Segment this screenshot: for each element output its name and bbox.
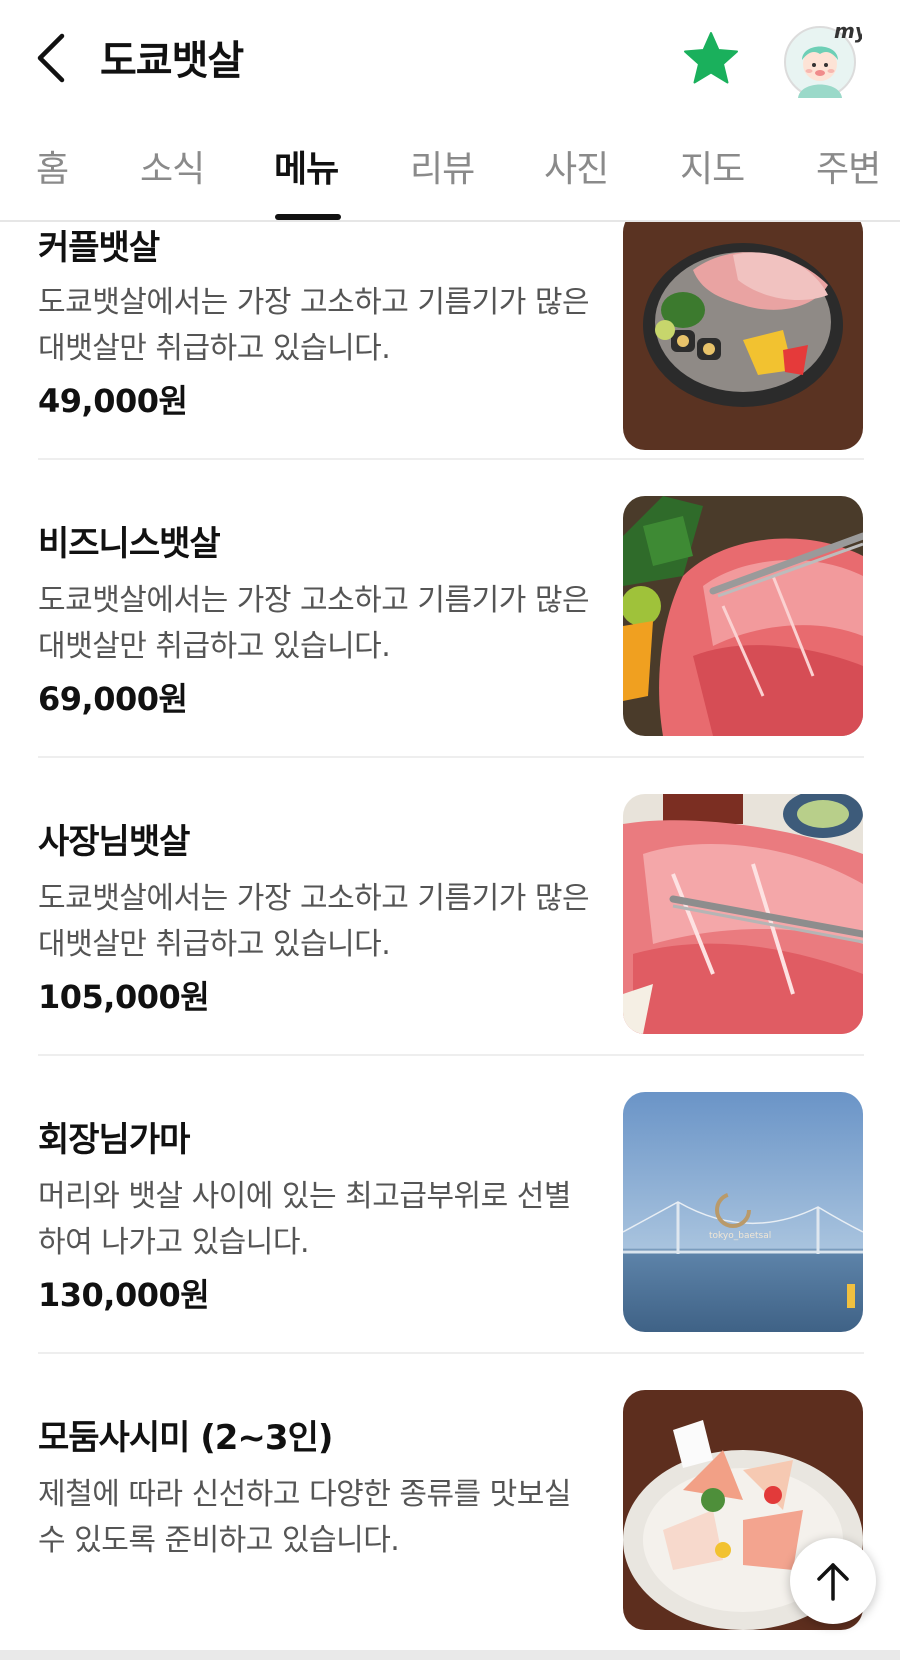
- menu-item-description: 도쿄뱃살에서는 가장 고소하고 기름기가 많은 대뱃살만 취급하고 있습니다.: [38, 285, 590, 366]
- menu-list: 커플뱃살 도쿄뱃살에서는 가장 고소하고 기름기가 많은 대뱃살만 취급하고 있…: [0, 222, 900, 1660]
- tab-reviews[interactable]: 리뷰: [410, 140, 475, 192]
- divider: [38, 1352, 864, 1354]
- menu-item[interactable]: 사장님뱃살 도쿄뱃살에서는 가장 고소하고 기름기가 많은 대뱃살만 취급하고 …: [0, 794, 900, 1110]
- tab-menu[interactable]: 메뉴: [274, 140, 339, 192]
- tab-photos[interactable]: 사진: [544, 140, 609, 192]
- menu-item[interactable]: 모둠사시미 (2~3인) 제철에 따라 신선하고 다양한 종류를 맛보실 수 있…: [0, 1390, 900, 1660]
- tab-bar: 홈 소식 메뉴 리뷰 사진 지도 주변: [0, 112, 900, 222]
- my-avatar-button[interactable]: my: [782, 19, 869, 100]
- menu-item-name: 비즈니스뱃살: [38, 524, 221, 564]
- tab-map[interactable]: 지도: [680, 140, 745, 192]
- chevron-left-icon: [37, 33, 65, 83]
- menu-item-price: 105,000원: [38, 978, 210, 1016]
- divider: [38, 458, 864, 460]
- menu-item-price: 130,000원: [38, 1276, 210, 1314]
- divider: [38, 756, 864, 758]
- star-icon: [684, 32, 738, 84]
- menu-item-price: 49,000원: [38, 382, 188, 420]
- menu-item-description: 제철에 따라 신선하고 다양한 종류를 맛보실 수 있도록 준비하고 있습니다.: [38, 1477, 571, 1558]
- top-app-bar: 도쿄뱃살 my: [0, 0, 900, 112]
- menu-item[interactable]: 비즈니스뱃살 도쿄뱃살에서는 가장 고소하고 기름기가 많은 대뱃살만 취급하고…: [0, 496, 900, 812]
- bottom-edge: [0, 1650, 900, 1660]
- menu-item-photo: tokyo_baetsal: [623, 1092, 863, 1332]
- avatar-badge-text: my: [834, 20, 862, 43]
- avatar: my: [784, 19, 869, 98]
- tab-nearby[interactable]: 주변: [816, 140, 881, 192]
- menu-item-price: 69,000원: [38, 680, 188, 718]
- menu-item-description: 머리와 뱃살 사이에 있는 최고급부위로 선별하여 나가고 있습니다.: [38, 1179, 571, 1260]
- active-tab-indicator: [275, 214, 341, 220]
- arrow-up-icon: [817, 1563, 849, 1601]
- tab-news[interactable]: 소식: [140, 140, 205, 192]
- menu-item-photo: [623, 794, 863, 1034]
- menu-item[interactable]: 커플뱃살 도쿄뱃살에서는 가장 고소하고 기름기가 많은 대뱃살만 취급하고 있…: [0, 222, 900, 534]
- favorite-button[interactable]: [682, 30, 740, 88]
- menu-item-name: 회장님가마: [38, 1120, 190, 1160]
- menu-item-name: 커플뱃살: [38, 228, 160, 268]
- menu-item-description: 도쿄뱃살에서는 가장 고소하고 기름기가 많은 대뱃살만 취급하고 있습니다.: [38, 583, 590, 664]
- menu-item-description: 도쿄뱃살에서는 가장 고소하고 기름기가 많은 대뱃살만 취급하고 있습니다.: [38, 881, 590, 962]
- scroll-to-top-button[interactable]: [790, 1538, 876, 1624]
- menu-item-photo: [623, 222, 863, 450]
- menu-item[interactable]: 회장님가마 머리와 뱃살 사이에 있는 최고급부위로 선별하여 나가고 있습니다…: [0, 1092, 900, 1408]
- photo-watermark: tokyo_baetsal: [709, 1231, 771, 1241]
- menu-item-photo: [623, 496, 863, 736]
- menu-item-name: 사장님뱃살: [38, 822, 190, 862]
- page-title: 도쿄뱃살: [100, 38, 244, 84]
- back-button[interactable]: [30, 30, 80, 86]
- divider: [38, 1054, 864, 1056]
- tab-home[interactable]: 홈: [36, 140, 69, 192]
- menu-item-name: 모둠사시미 (2~3인): [38, 1418, 333, 1458]
